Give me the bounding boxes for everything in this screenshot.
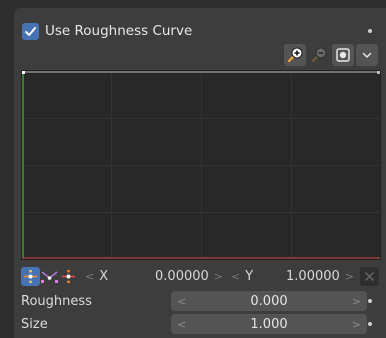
handle-vector-icon <box>41 270 58 283</box>
roughness-animate-dot-icon[interactable] <box>368 299 372 303</box>
y-label: Y <box>245 268 254 284</box>
size-animate-dot-icon[interactable] <box>368 322 372 326</box>
close-icon <box>365 271 374 281</box>
size-decrement-arrow[interactable]: < <box>177 318 186 331</box>
handle-auto-clamped-icon <box>62 269 75 283</box>
x-decrement-arrow[interactable]: < <box>85 270 94 283</box>
zoom-out-icon <box>311 47 327 63</box>
curve-options-dropdown[interactable] <box>356 44 378 66</box>
curve-graph[interactable] <box>21 70 381 260</box>
roughness-value: 0.000 <box>250 293 288 309</box>
use-roughness-curve-label: Use Roughness Curve <box>45 23 193 39</box>
clipping-icon <box>336 48 350 62</box>
size-row: Size < 1.000 > <box>21 314 367 334</box>
animate-property-dot-icon[interactable] <box>368 29 372 33</box>
curve-toolbar <box>284 44 378 68</box>
roughness-curve-panel: Use Roughness Curve < X 0.00000 > < Y 1.… <box>14 8 386 338</box>
checkmark-icon <box>25 26 36 36</box>
handle-auto-icon <box>24 269 37 283</box>
roughness-decrement-arrow[interactable]: < <box>177 295 186 308</box>
size-slider[interactable]: < 1.000 > <box>171 314 367 334</box>
x-value-field[interactable]: < X 0.00000 > <box>81 266 227 286</box>
zoom-in-button[interactable] <box>284 44 306 66</box>
delete-point-button[interactable] <box>360 266 379 286</box>
x-label: X <box>99 268 109 284</box>
zoom-in-icon <box>287 47 303 63</box>
curve-point-controls: < X 0.00000 > < Y 1.00000 > <box>21 266 381 286</box>
zoom-out-button[interactable] <box>308 44 330 66</box>
curve-point-start[interactable] <box>22 71 25 74</box>
curve-point-end[interactable] <box>377 71 380 74</box>
use-roughness-curve-checkbox[interactable] <box>22 22 39 40</box>
x-value: 0.00000 <box>155 268 209 284</box>
handle-vector-button[interactable] <box>40 267 59 286</box>
x-increment-arrow[interactable]: > <box>214 270 223 283</box>
clipping-button[interactable] <box>332 44 354 66</box>
use-roughness-curve-toggle[interactable]: Use Roughness Curve <box>22 22 192 40</box>
y-decrement-arrow[interactable]: < <box>231 270 240 283</box>
handle-auto-clamped-button[interactable] <box>59 267 78 286</box>
roughness-increment-arrow[interactable]: > <box>352 295 361 308</box>
roughness-label: Roughness <box>21 293 92 309</box>
size-increment-arrow[interactable]: > <box>352 318 361 331</box>
roughness-row: Roughness < 0.000 > <box>21 291 367 311</box>
y-value: 1.00000 <box>286 268 340 284</box>
size-value: 1.000 <box>250 316 288 332</box>
chevron-down-icon <box>362 52 372 58</box>
roughness-slider[interactable]: < 0.000 > <box>171 291 367 311</box>
size-label: Size <box>21 316 48 332</box>
y-value-field[interactable]: < Y 1.00000 > <box>227 266 358 286</box>
y-increment-arrow[interactable]: > <box>345 270 354 283</box>
handle-auto-button[interactable] <box>21 266 40 286</box>
curve-grid <box>22 71 380 259</box>
